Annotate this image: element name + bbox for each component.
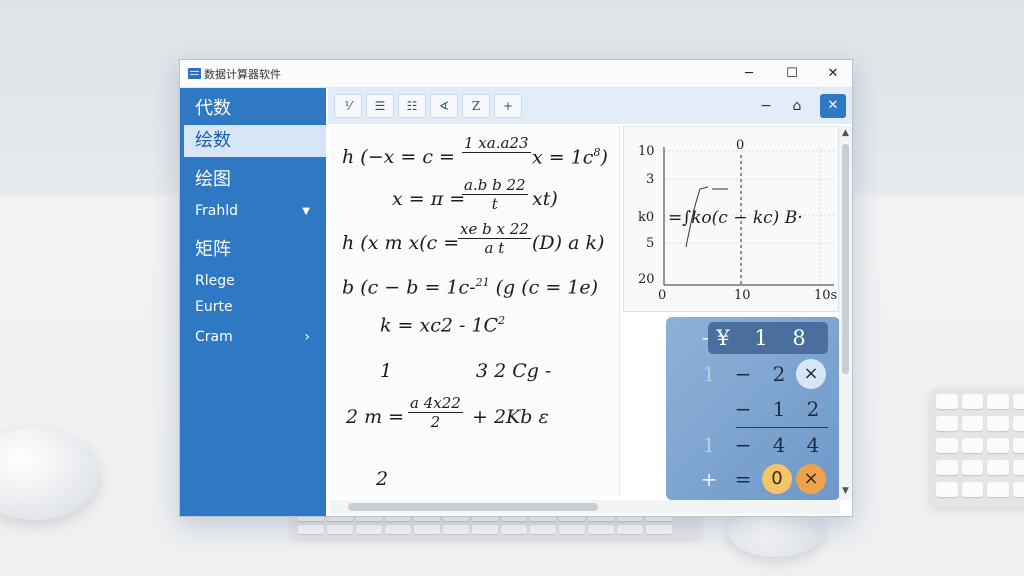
sidebar-item-graphing[interactable]: 绘图 [184,165,326,191]
fraction-tool-button[interactable]: ⅟ [334,94,362,118]
formula-line: h (−x = c = [342,146,455,168]
calculator-keypad: + ¥ 1 8 1 − 2 × − 1 2 1 − 4 4 + = 0 × [666,317,840,500]
app-window: 数据计算器软件 ─ ☐ ✕ 代数 绘数 绘图 Frahld ▼ 矩阵 Rlege … [179,59,853,517]
sidebar-item-eurte[interactable]: Eurte [184,299,326,315]
multiply-button[interactable]: × [796,464,826,494]
home-icon[interactable]: ⌂ [785,94,809,118]
key-one[interactable]: 1 [694,431,724,459]
add-tool-button[interactable]: + [494,94,522,118]
panel-close-button[interactable]: ✕ [820,94,846,118]
graph-canvas: 10 3 k0 5 20 0 0 10 10s =∫ko(c − kc) B· [638,138,837,303]
y-tick-label: 10 [638,144,655,159]
formula-line: xt) [532,188,558,210]
y-tick-label: 5 [646,236,654,251]
fraction: xe b x 22 a t [458,220,531,257]
window-title: 数据计算器软件 [204,68,281,81]
keypad-display: ¥ 1 8 [708,322,828,354]
sidebar-item-label: 绘数 [195,130,231,151]
sidebar: 代数 绘数 绘图 Frahld ▼ 矩阵 Rlege Eurte Cram › [180,88,326,516]
z-tool-button[interactable]: Z [462,94,490,118]
formula-line: (D) a k) [532,232,605,254]
y-tick-label: 3 [646,172,654,187]
keyboard-right [930,388,1024,506]
fraction: a 4x22 2 [408,394,463,431]
mouse-left [0,428,100,520]
sidebar-item-cram[interactable]: Cram › [184,329,326,345]
clear-button[interactable]: × [796,359,826,389]
formula-line: b (c − b = 1c-21 (g (c = 1e) [342,276,599,299]
x-tick-label: 0 [658,288,666,303]
sidebar-item-rlege[interactable]: Rlege [184,273,326,289]
scroll-down-icon[interactable]: ▼ [842,486,849,496]
chevron-right-icon: › [304,329,310,345]
maximize-button[interactable]: ☐ [781,64,803,84]
key-four[interactable]: 4 [798,431,828,459]
toolbar: ⅟ ☰ ☷ ∢ Z + − ⌂ ✕ [328,88,852,124]
title-bar: 数据计算器软件 ─ ☐ ✕ [180,60,852,88]
sidebar-item-label: 矩阵 [195,239,231,260]
scroll-up-icon[interactable]: ▲ [842,128,849,138]
app-icon [188,68,201,79]
chevron-down-icon: ▼ [302,206,310,217]
formula-line: 2 m = [346,406,405,428]
key-zero[interactable]: 0 [762,464,792,494]
vertical-scrollbar[interactable]: ▲ ▼ [839,126,852,500]
display-digit: 8 [792,326,806,350]
graph-top-label: 0 [736,138,744,153]
key-equals[interactable]: = [728,465,758,493]
table-tool-button[interactable]: ☷ [398,94,426,118]
divider [736,427,828,428]
sidebar-item-matrix[interactable]: 矩阵 [184,235,326,261]
formula-line: h (x m x(c = [342,232,460,254]
angle-tool-button[interactable]: ∢ [430,94,458,118]
key-two[interactable]: 2 [764,360,794,388]
horizontal-scrollbar[interactable] [330,500,840,514]
sidebar-item-label: Cram [195,329,233,345]
key-one[interactable]: 1 [694,360,724,388]
formula-line: 3 2 Cg - [476,360,552,382]
graph-panel[interactable]: 10 3 k0 5 20 0 0 10 10s =∫ko(c − kc) B· [623,126,839,312]
key-two[interactable]: 2 [798,395,828,423]
panel-minimize-button[interactable]: − [754,94,778,118]
sidebar-item-label: Frahld [195,203,239,219]
scrollbar-thumb[interactable] [348,503,598,511]
key-minus[interactable]: − [728,360,758,388]
key-one[interactable]: 1 [764,395,794,423]
formula-line: x = π = [392,188,466,210]
key-minus[interactable]: − [728,395,758,423]
sidebar-item-label: Eurte [195,299,233,315]
scrollbar-thumb[interactable] [842,144,849,374]
y-tick-label: k0 [638,210,654,225]
formula-line: x = 1c8) [532,146,608,169]
key-four[interactable]: 4 [764,431,794,459]
formula-line: + 2Kb ε [472,406,549,428]
sidebar-item-label: Rlege [195,273,235,289]
fraction: 1 xa.a232 [462,134,531,153]
fraction: a.b b 22 t [462,176,528,213]
key-plus[interactable]: + [694,465,724,493]
close-button[interactable]: ✕ [822,64,844,84]
sidebar-item-algebra[interactable]: 代数 [184,94,326,120]
display-digit: ¥ [716,326,730,350]
y-tick-label: 20 [638,272,655,287]
graph-formula: =∫ko(c − kc) B· [668,208,803,228]
minimize-button[interactable]: ─ [738,64,760,84]
x-tick-label: 10s [814,288,837,303]
sidebar-item-frahld[interactable]: Frahld ▼ [184,203,326,219]
x-tick-label: 10 [734,288,751,303]
sidebar-item-functions[interactable]: 绘数 [184,125,326,157]
list-tool-button[interactable]: ☰ [366,94,394,118]
sidebar-item-label: 绘图 [195,169,231,190]
key-minus[interactable]: − [728,431,758,459]
formula-line: 2 [376,468,389,490]
formula-line: k = xc2 - 1C2 [380,314,506,337]
sidebar-item-label: 代数 [195,98,231,119]
display-digit: 1 [754,326,768,350]
formula-editor[interactable]: h (−x = c = 1 xa.a232 x = 1c8) x = π = a… [330,126,620,496]
formula-line: 1 [380,360,393,382]
